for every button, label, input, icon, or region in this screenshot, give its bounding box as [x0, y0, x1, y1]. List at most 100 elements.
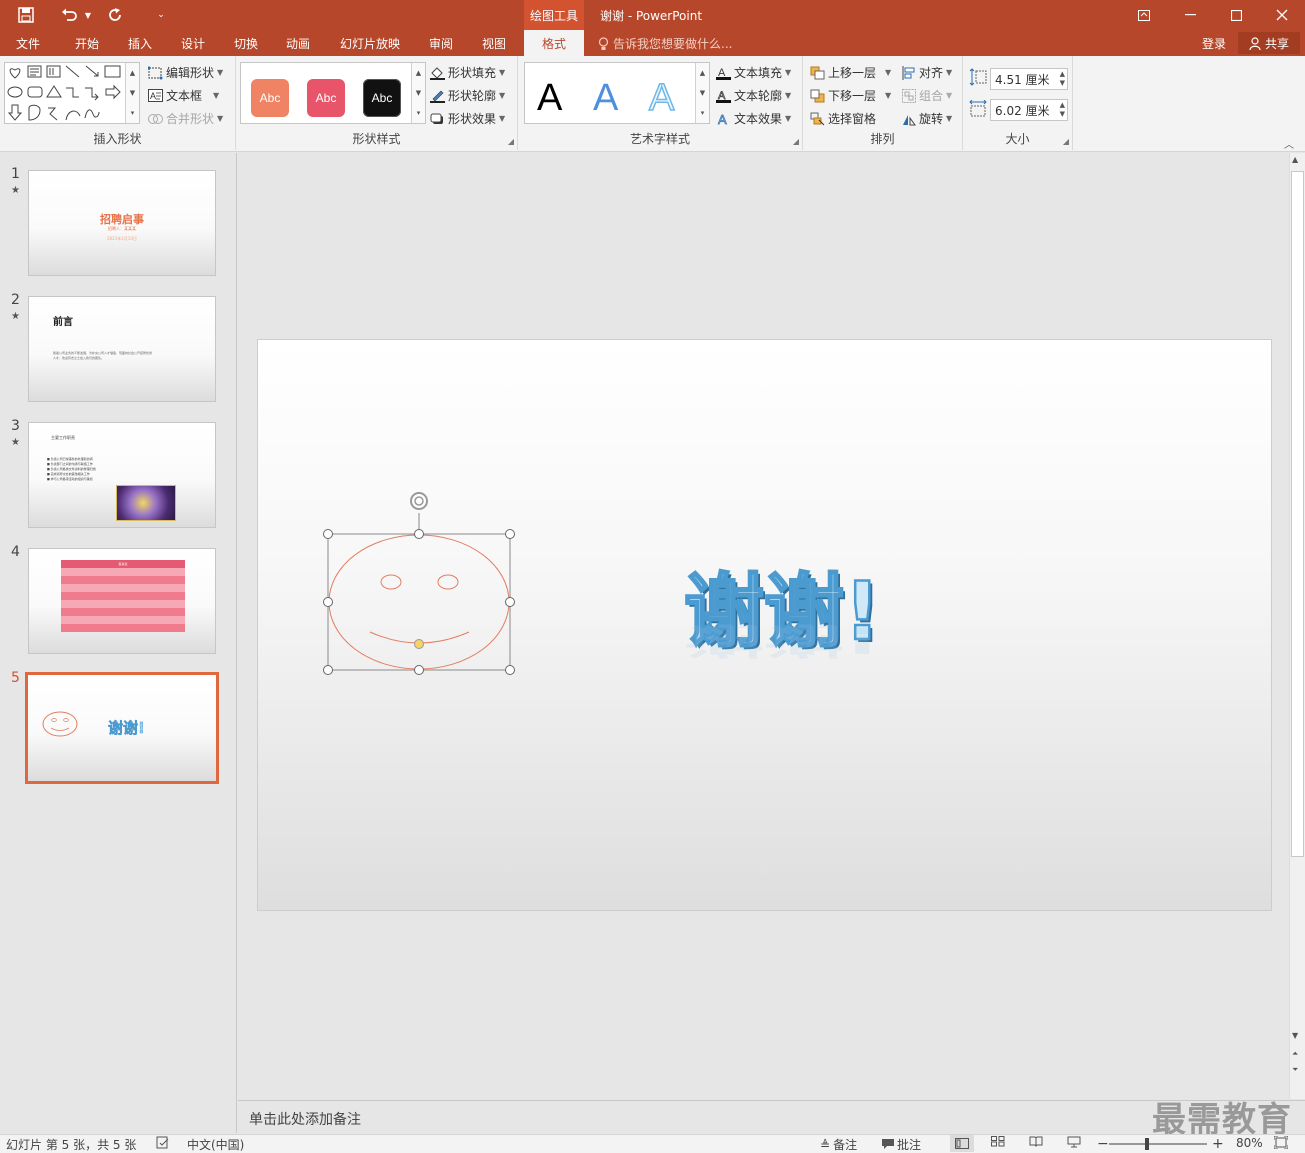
- spinner-arrows-icon[interactable]: ▲ ▼: [1060, 70, 1065, 88]
- tell-me-placeholder: 告诉我您想要做什么...: [613, 37, 733, 51]
- shape-fill-button[interactable]: 形状填充 ▼: [430, 64, 505, 81]
- shapes-gallery-scroll[interactable]: ▲ ▼ ▾: [125, 63, 139, 123]
- zoom-slider-track[interactable]: [1109, 1143, 1207, 1145]
- tell-me-search[interactable]: 告诉我您想要做什么...: [598, 35, 732, 52]
- undo-icon[interactable]: [56, 4, 82, 26]
- current-slide[interactable]: 谢谢! 谢谢!: [257, 339, 1272, 911]
- zoom-in-icon[interactable]: +: [1212, 1136, 1224, 1152]
- notes-placeholder[interactable]: 单击此处添加备注: [249, 1109, 361, 1129]
- rotate-handle-icon[interactable]: [410, 492, 428, 510]
- tab-insert[interactable]: 插入: [116, 30, 164, 56]
- shape-width-input[interactable]: 6.02 厘米 ▲ ▼: [990, 99, 1068, 121]
- shape-style-swatch[interactable]: Abc: [363, 79, 401, 117]
- slide-thumbnail-pane[interactable]: 1 ★ 招聘启事 招聘人：某某某 2021年1月10日 2 ★ 前言 随着公司业…: [0, 153, 237, 1133]
- slideshow-icon[interactable]: [1067, 1136, 1081, 1148]
- shape-effects-button[interactable]: 形状效果 ▼: [430, 110, 505, 127]
- notes-pane[interactable]: 单击此处添加备注: [238, 1100, 1305, 1134]
- shape-style-swatch[interactable]: Abc: [307, 79, 345, 117]
- spell-check-icon[interactable]: [156, 1136, 170, 1149]
- tab-design[interactable]: 设计: [168, 30, 218, 56]
- slide-thumbnail-3[interactable]: 主要工作职责 ■ 负责公司日常事务的处理和协调 ■ 负责部门之间的沟通与联络工作…: [28, 422, 216, 528]
- tab-animations[interactable]: 动画: [274, 30, 322, 56]
- text-fill-button[interactable]: A 文本填充 ▼: [716, 64, 791, 81]
- spinner-arrows-icon[interactable]: ▲ ▼: [1060, 101, 1065, 119]
- language-indicator[interactable]: 中文(中国): [187, 1136, 244, 1153]
- edit-shape-button[interactable]: 编辑形状 ▼: [148, 64, 223, 81]
- dialog-launcher-icon[interactable]: ◢: [793, 137, 799, 146]
- slide-thumbnail-5[interactable]: 谢谢!: [25, 672, 219, 784]
- document-title: 谢谢 - PowerPoint: [600, 9, 703, 23]
- group-arrange: 上移一层 ▼ 下移一层 ▼ 选择窗格 对齐 ▼ 组合 ▼ 旋转 ▼ 排列: [803, 56, 963, 150]
- scroll-down-icon[interactable]: ▼: [1292, 1031, 1298, 1040]
- tab-home[interactable]: 开始: [62, 30, 112, 56]
- shape-styles-gallery[interactable]: Abc Abc Abc ▲ ▼ ▾: [240, 62, 426, 124]
- adjustment-handle[interactable]: [414, 639, 424, 649]
- dropdown-arrow-icon: ▼: [785, 91, 792, 100]
- dialog-launcher-icon[interactable]: ◢: [1063, 137, 1069, 146]
- shapes-gallery-icons: [7, 65, 121, 121]
- slide-thumbnail-4[interactable]: 薪资表: [28, 548, 216, 654]
- slide-thumbnail-1[interactable]: 招聘启事 招聘人：某某某 2021年1月10日: [28, 170, 216, 276]
- previous-slide-icon[interactable]: ⏶: [1292, 1049, 1298, 1059]
- comment-icon: [882, 1139, 894, 1149]
- text-outline-button[interactable]: A 文本轮廓 ▼: [716, 87, 791, 104]
- fit-to-window-icon[interactable]: [1274, 1136, 1288, 1149]
- redo-icon[interactable]: [104, 4, 128, 26]
- dialog-launcher-icon[interactable]: ◢: [508, 137, 514, 146]
- wordart-gallery[interactable]: A A A ▲ ▼ ▾: [524, 62, 710, 124]
- resize-handles[interactable]: [323, 529, 515, 675]
- align-label: 对齐: [919, 66, 944, 80]
- align-button[interactable]: 对齐 ▼: [902, 64, 952, 81]
- bring-forward-button[interactable]: 上移一层 ▼: [810, 64, 891, 81]
- vertical-scrollbar[interactable]: ▲ ▼ ⏶ ⏷: [1289, 153, 1305, 1099]
- slide-thumbnail-2[interactable]: 前言 随着公司业务的不断发展，为补充公司人才储备，现面向社会公开招聘优秀人才，欢…: [28, 296, 216, 402]
- customize-icon[interactable]: ⌄: [152, 4, 170, 26]
- wordart-gallery-scroll[interactable]: ▲ ▼ ▾: [695, 63, 709, 123]
- ribbon-display-options-icon[interactable]: [1121, 0, 1167, 30]
- sign-in-link[interactable]: 登录: [1202, 35, 1226, 52]
- tab-slideshow[interactable]: 幻灯片放映: [330, 30, 410, 56]
- reading-view-icon[interactable]: [1029, 1136, 1043, 1147]
- rotate-button[interactable]: 旋转 ▼: [902, 110, 952, 127]
- text-effects-button[interactable]: A 文本效果 ▼: [716, 110, 792, 127]
- zoom-level[interactable]: 80%: [1236, 1136, 1263, 1150]
- group-button[interactable]: 组合 ▼: [902, 87, 952, 104]
- zoom-slider-thumb[interactable]: [1145, 1138, 1150, 1150]
- normal-view-icon[interactable]: [950, 1135, 974, 1152]
- status-bar: 幻灯片 第 5 张，共 5 张 中文(中国) ≜ 备注 批注 − + 80%: [0, 1134, 1305, 1153]
- close-icon[interactable]: [1259, 0, 1305, 30]
- scroll-up-icon[interactable]: ▲: [1292, 155, 1298, 164]
- shape-height-input[interactable]: 4.51 厘米 ▲ ▼: [990, 68, 1068, 90]
- shape-style-swatch[interactable]: Abc: [251, 79, 289, 117]
- merge-shapes-button[interactable]: 合并形状 ▼: [148, 110, 223, 127]
- dropdown-arrow-icon: ▼: [885, 91, 892, 100]
- wordart-sample[interactable]: A: [537, 77, 562, 120]
- shapes-gallery[interactable]: ▲ ▼ ▾: [4, 62, 140, 124]
- shape-outline-button[interactable]: 形状轮廓 ▼: [430, 87, 505, 104]
- share-button[interactable]: 共享: [1238, 32, 1300, 54]
- save-icon[interactable]: [14, 4, 38, 26]
- wordart-sample[interactable]: A: [648, 76, 675, 120]
- send-backward-button[interactable]: 下移一层 ▼: [810, 87, 891, 104]
- thumb-flower-image: [116, 485, 176, 521]
- selection-pane-button[interactable]: 选择窗格: [810, 110, 876, 127]
- zoom-out-icon[interactable]: −: [1097, 1136, 1109, 1152]
- tab-transitions[interactable]: 切换: [222, 30, 270, 56]
- scroll-thumb[interactable]: [1291, 171, 1304, 857]
- next-slide-icon[interactable]: ⏷: [1292, 1065, 1298, 1075]
- wordart-sample[interactable]: A: [593, 77, 618, 120]
- notes-toggle-button[interactable]: ≜ 备注: [820, 1136, 857, 1153]
- comments-toggle-button[interactable]: 批注: [882, 1136, 921, 1153]
- text-box-button[interactable]: A 文本框 ▼: [148, 87, 219, 104]
- tab-file[interactable]: 文件: [4, 30, 52, 56]
- smiley-face-shape[interactable]: [318, 488, 518, 675]
- tab-review[interactable]: 审阅: [416, 30, 466, 56]
- tab-format[interactable]: 格式: [524, 30, 584, 56]
- slide-sorter-icon[interactable]: [991, 1136, 1005, 1147]
- shape-styles-gallery-scroll[interactable]: ▲ ▼ ▾: [411, 63, 425, 123]
- minimize-icon[interactable]: [1167, 0, 1213, 30]
- undo-dropdown-icon[interactable]: ▼: [83, 4, 93, 26]
- tab-view[interactable]: 视图: [470, 30, 518, 56]
- maximize-icon[interactable]: [1213, 0, 1259, 30]
- collapse-ribbon-icon[interactable]: ︿: [1284, 136, 1294, 151]
